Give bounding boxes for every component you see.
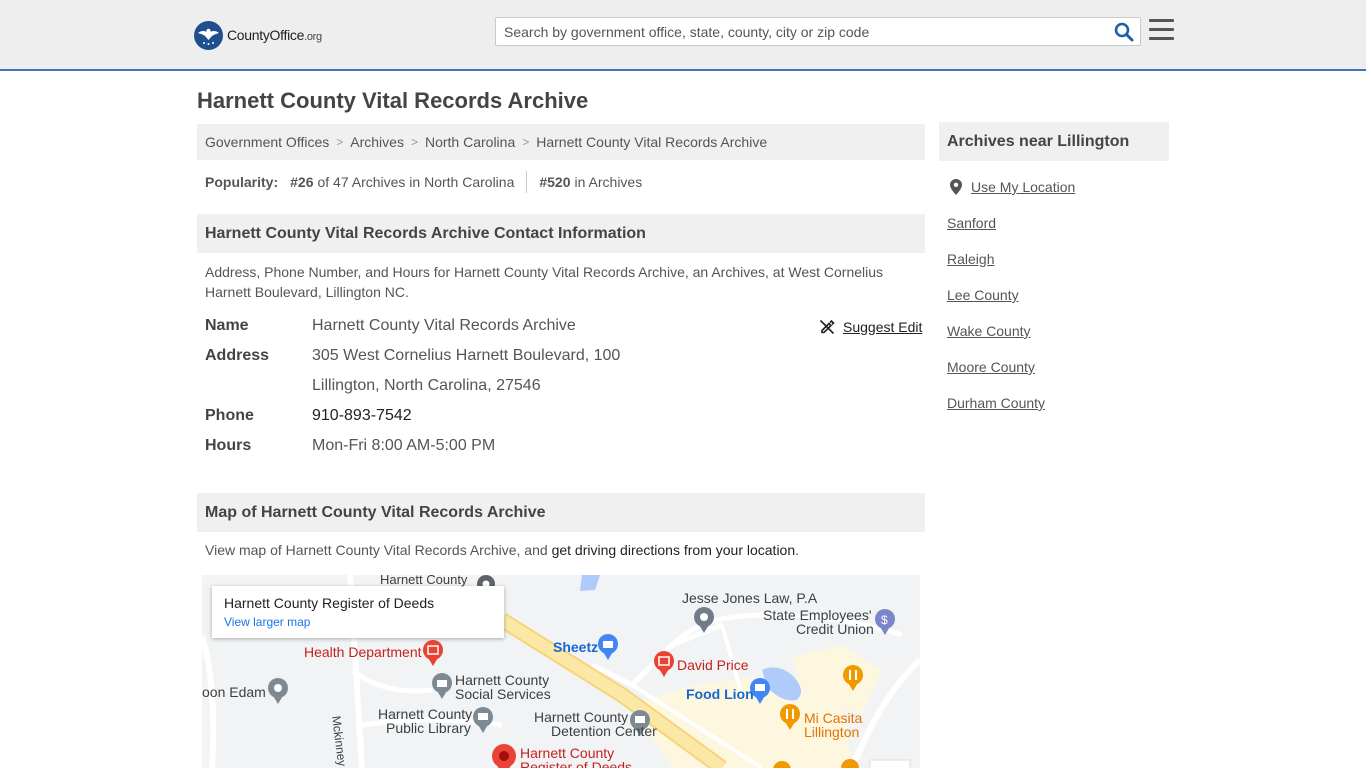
- breadcrumb-separator-icon: >: [410, 135, 418, 149]
- map-label-state-employees-2: Credit Union: [796, 621, 874, 637]
- map-intro-end: .: [795, 542, 800, 558]
- map-label-david-price: David Price: [677, 657, 749, 673]
- logo-text-org: .org: [304, 31, 322, 43]
- map-label-library-1: Harnett County: [378, 706, 473, 722]
- map-label-food-lion: Food Lion: [686, 686, 754, 702]
- map-label-detention-1: Harnett County: [534, 709, 629, 725]
- popularity-label: Popularity:: [205, 174, 279, 190]
- breadcrumb-north-carolina[interactable]: North Carolina: [425, 134, 515, 150]
- breadcrumb: Government Offices > Archives > North Ca…: [197, 124, 925, 160]
- hours-label: Hours: [205, 437, 252, 454]
- sidebar-link-raleigh[interactable]: Raleigh: [947, 251, 994, 267]
- edit-off-icon: [819, 319, 835, 335]
- info-row-phone: Phone 910-893-7542: [205, 401, 412, 431]
- hamburger-menu-icon[interactable]: [1149, 19, 1175, 43]
- map-label-state-employees-1: State Employees': [763, 607, 872, 623]
- suggest-edit-label: Suggest Edit: [843, 319, 923, 335]
- address-line-1: 305 West Cornelius Harnett Boulevard, 10…: [312, 347, 621, 364]
- popularity-bar: Popularity: #26 of 47 Archives in North …: [205, 170, 642, 194]
- address-line-2: Lillington, North Carolina, 27546: [312, 377, 541, 394]
- use-my-location-label: Use My Location: [971, 179, 1076, 195]
- map-label-register-2: Register of Deeds: [520, 759, 633, 768]
- top-header: CountyOffice.org: [0, 0, 1366, 71]
- map-label-sheetz: Sheetz: [553, 639, 599, 655]
- page-title: Harnett County Vital Records Archive: [197, 88, 589, 113]
- map-label-social-services-1: Harnett County: [455, 672, 550, 688]
- map-label-library-2: Public Library: [386, 720, 471, 736]
- map-label-detention-2: Detention Center: [551, 723, 657, 739]
- contact-heading: Harnett County Vital Records Archive Con…: [197, 214, 925, 253]
- info-row-address: Address 305 West Cornelius Harnett Boule…: [205, 341, 620, 371]
- search-box: [495, 17, 1141, 46]
- state-rank: #26: [290, 174, 314, 190]
- phone-label: Phone: [205, 407, 254, 424]
- suggest-edit-link[interactable]: Suggest Edit: [819, 317, 922, 337]
- sidebar-heading: Archives near Lillington: [939, 122, 1169, 161]
- sidebar-link-wake-county[interactable]: Wake County: [947, 323, 1031, 339]
- sidebar-link-sanford[interactable]: Sanford: [947, 215, 996, 231]
- map-label-health-department: Health Department: [304, 644, 422, 660]
- sidebar-link-moore-county[interactable]: Moore County: [947, 359, 1035, 375]
- map-info-card: Harnett County Register of Deeds View la…: [212, 586, 504, 638]
- address-label: Address: [205, 347, 270, 364]
- map-label-mi-casita: Mi Casita Lillington: [804, 710, 863, 740]
- info-row-address-2: Lillington, North Carolina, 27546: [205, 371, 541, 401]
- popularity-divider: [526, 171, 528, 193]
- info-row-hours: Hours Mon-Fri 8:00 AM-5:00 PM: [205, 431, 495, 461]
- breadcrumb-separator-icon: >: [336, 135, 344, 149]
- svg-text:$: $: [881, 613, 888, 627]
- breadcrumb-government-offices[interactable]: Government Offices: [205, 134, 329, 150]
- hours-value: Mon-Fri 8:00 AM-5:00 PM: [312, 437, 496, 454]
- site-logo[interactable]: CountyOffice.org: [194, 20, 322, 50]
- logo-text-main: CountyOffice: [227, 27, 305, 43]
- map-heading: Map of Harnett County Vital Records Arch…: [197, 493, 925, 532]
- map-label-harnett-top: Harnett County: [380, 575, 468, 587]
- state-rank-text: of 47 Archives in North Carolina: [317, 174, 515, 190]
- name-value: Harnett County Vital Records Archive: [312, 317, 576, 334]
- map-label-moon-edam: oon Edam: [202, 684, 266, 700]
- info-row-name: Name Harnett County Vital Records Archiv…: [205, 311, 576, 341]
- national-rank: #520: [539, 174, 571, 190]
- map-card-title: Harnett County Register of Deeds: [224, 595, 435, 611]
- use-my-location-link[interactable]: Use My Location: [950, 178, 1075, 196]
- driving-directions-link[interactable]: get driving directions from your locatio…: [552, 542, 796, 558]
- map-label-social-services-2: Social Services: [455, 686, 551, 702]
- map-label-jesse-jones: Jesse Jones Law, P.A: [682, 590, 818, 606]
- map-label-register-1: Harnett County: [520, 745, 615, 761]
- sidebar-link-lee-county[interactable]: Lee County: [947, 287, 1019, 303]
- breadcrumb-current: Harnett County Vital Records Archive: [536, 134, 768, 150]
- view-larger-map-link[interactable]: View larger map: [224, 615, 492, 629]
- sidebar-link-durham-county[interactable]: Durham County: [947, 395, 1045, 411]
- map-intro: View map of Harnett County Vital Records…: [205, 540, 799, 560]
- logo-text: CountyOffice.org: [227, 27, 322, 43]
- contact-description: Address, Phone Number, and Hours for Har…: [205, 264, 884, 300]
- map-intro-text: View map of Harnett County Vital Records…: [205, 542, 548, 558]
- search-icon[interactable]: [1114, 22, 1134, 42]
- phone-link[interactable]: 910-893-7542: [312, 407, 412, 424]
- name-label: Name: [205, 317, 249, 334]
- logo-eagle-icon: [194, 20, 223, 50]
- national-rank-text: in Archives: [574, 174, 643, 190]
- breadcrumb-archives[interactable]: Archives: [350, 134, 404, 150]
- location-pin-icon: [950, 179, 962, 195]
- search-input[interactable]: [496, 18, 1106, 45]
- breadcrumb-separator-icon: >: [522, 135, 530, 149]
- map-embed[interactable]: $ Harnett County Register of Deeds View …: [202, 575, 920, 768]
